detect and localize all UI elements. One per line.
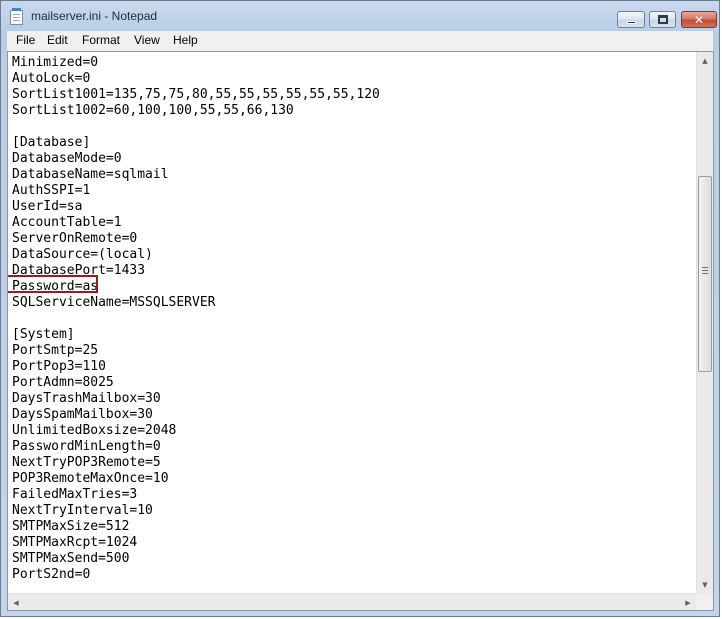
text-line[interactable]: NextTryInterval=10 [12,503,692,519]
maximize-icon [658,15,668,24]
maximize-button[interactable] [649,11,676,28]
text-editor[interactable]: Minimized=0 AutoLock=0 SortList1001=135,75… [7,51,714,611]
notepad-icon[interactable] [10,8,23,25]
text-line[interactable]: UnlimitedBoxsize=2048 [12,423,692,439]
text-line[interactable]: AuthSSPI=1 [12,183,692,199]
arrow-up-icon[interactable]: ▲ [697,52,713,69]
menu-file[interactable]: File [16,33,35,47]
menu-view[interactable]: View [134,33,160,47]
text-line[interactable]: Minimized=0 [12,55,692,71]
text-line[interactable]: FailedMaxTries=3 [12,487,692,503]
vertical-scrollbar[interactable]: ▲ ▼ [696,52,713,593]
blank-line[interactable] [12,311,692,327]
text-line[interactable]: DaysTrashMailbox=30 [12,391,692,407]
text-line[interactable]: SortList1002=60,100,100,55,55,66,130 [12,103,692,119]
text-content[interactable]: Minimized=0 AutoLock=0 SortList1001=135,75… [12,55,692,593]
close-icon: ✕ [693,12,705,27]
arrow-left-icon[interactable]: ◀ [8,594,24,610]
arrow-right-icon[interactable]: ▶ [680,594,696,610]
text-line[interactable]: [Database] [12,135,692,151]
text-line[interactable]: ServerOnRemote=0 [12,231,692,247]
menu-bar: File Edit Format View Help [7,31,713,51]
text-line[interactable]: NextTryPOP3Remote=5 [12,455,692,471]
menu-format[interactable]: Format [82,33,120,47]
text-line[interactable]: DatabasePort=1433 [12,263,692,279]
text-line[interactable]: SMTPMaxRcpt=1024 [12,535,692,551]
scrollbar-corner [696,593,713,610]
arrow-down-icon[interactable]: ▼ [697,576,713,593]
minimize-button[interactable] [617,11,645,28]
menu-help[interactable]: Help [173,33,198,47]
text-line[interactable]: AutoLock=0 [12,71,692,87]
text-line[interactable]: UserId=sa [12,199,692,215]
text-line[interactable]: SMTPMaxSend=500 [12,551,692,567]
minimize-icon [627,21,636,24]
text-line[interactable]: PortSmtp=25 [12,343,692,359]
text-line[interactable]: DataSource=(local) [12,247,692,263]
blank-line[interactable] [12,119,692,135]
notepad-window: mailserver.ini - Notepad ✕ File Edit For… [0,0,720,617]
text-line[interactable]: AccountTable=1 [12,215,692,231]
close-button[interactable]: ✕ [681,11,717,28]
title-bar[interactable]: mailserver.ini - Notepad ✕ [1,1,719,31]
text-line[interactable]: SMTPMaxSize=512 [12,519,692,535]
menu-edit[interactable]: Edit [47,33,68,47]
text-line[interactable]: PortPop3=110 [12,359,692,375]
text-line[interactable]: DatabaseName=sqlmail [12,167,692,183]
text-line[interactable]: SQLServiceName=MSSQLSERVER [12,295,692,311]
text-line[interactable]: DaysSpamMailbox=30 [12,407,692,423]
text-line[interactable]: Password=as [12,279,692,295]
horizontal-scrollbar[interactable]: ◀ ▶ [8,593,696,610]
vertical-scroll-thumb[interactable] [698,176,712,372]
text-line[interactable]: PortAdmn=8025 [12,375,692,391]
text-line[interactable]: POP3RemoteMaxOnce=10 [12,471,692,487]
text-line[interactable]: PasswordMinLength=0 [12,439,692,455]
text-line[interactable]: DatabaseMode=0 [12,151,692,167]
window-title: mailserver.ini - Notepad [31,9,158,23]
text-line[interactable]: SortList1001=135,75,75,80,55,55,55,55,55… [12,87,692,103]
text-line[interactable]: [System] [12,327,692,343]
text-line[interactable]: PortS2nd=0 [12,567,692,583]
